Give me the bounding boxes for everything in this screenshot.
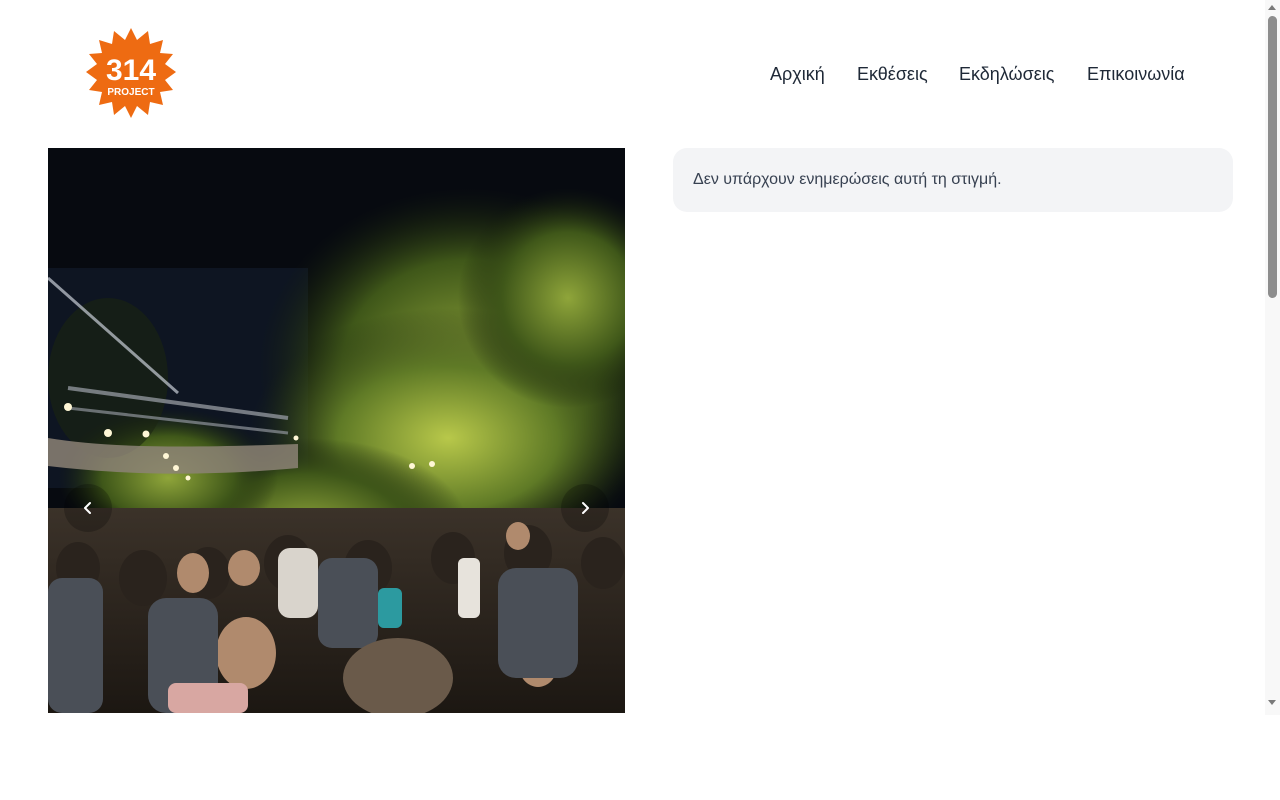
nav-item-home[interactable]: Αρχική	[770, 62, 825, 86]
nav-item-exhibitions[interactable]: Εκθέσεις	[857, 62, 928, 86]
scroll-up-arrow-icon[interactable]	[1268, 5, 1276, 10]
chevron-right-icon	[582, 502, 589, 514]
nav-item-events[interactable]: Εκδηλώσεις	[959, 62, 1054, 86]
carousel-image-night-garden-event	[48, 148, 625, 713]
main-navigation: Αρχική Εκθέσεις Εκδηλώσεις Επικοινωνία	[0, 62, 1280, 86]
updates-panel: Δεν υπάρχουν ενημερώσεις αυτή τη στιγμή.	[673, 148, 1233, 212]
carousel-next-button[interactable]	[561, 484, 609, 532]
scrollbar-thumb[interactable]	[1268, 16, 1277, 298]
page-scrollbar[interactable]	[1265, 0, 1280, 715]
logo-subtitle: PROJECT	[107, 87, 154, 98]
image-carousel	[48, 148, 625, 713]
nav-item-contact[interactable]: Επικοινωνία	[1087, 62, 1185, 86]
carousel-prev-button[interactable]	[64, 484, 112, 532]
chevron-left-icon	[84, 502, 91, 514]
scroll-down-arrow-icon[interactable]	[1268, 700, 1276, 705]
no-updates-message: Δεν υπάρχουν ενημερώσεις αυτή τη στιγμή.	[693, 171, 1002, 188]
